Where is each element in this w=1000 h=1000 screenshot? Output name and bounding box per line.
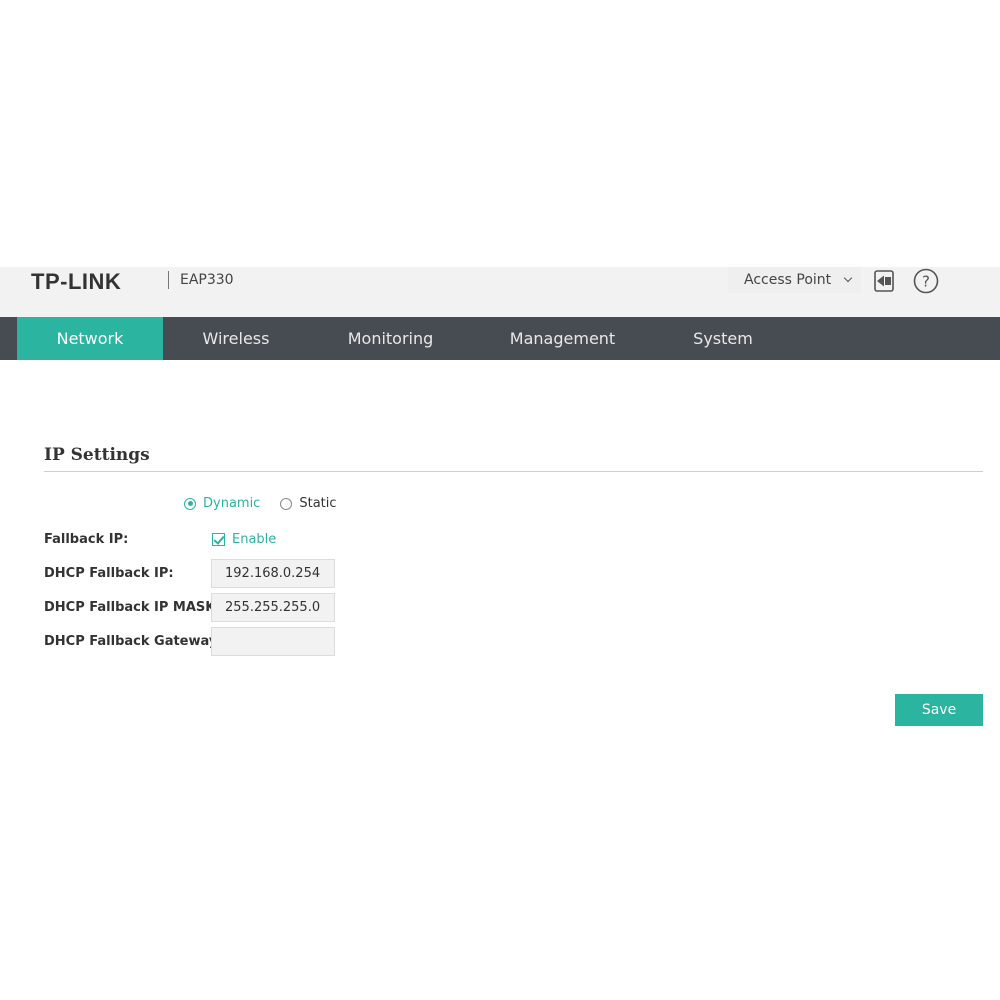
dhcp-fallback-mask-label: DHCP Fallback IP MASK:	[44, 600, 221, 615]
ip-mode-radio-group: Dynamic Static	[184, 496, 357, 511]
radio-static-label: Static	[299, 496, 337, 511]
help-icon: ?	[913, 268, 939, 294]
logout-icon	[874, 270, 894, 292]
radio-dynamic[interactable]: Dynamic	[184, 496, 260, 511]
dhcp-fallback-gateway-label: DHCP Fallback Gateway:	[44, 634, 223, 649]
radio-static-circle[interactable]	[280, 497, 293, 510]
top-header: TP-LINK EAP330 Access Point ?	[0, 267, 1000, 317]
checkbox-checked-icon[interactable]	[212, 533, 225, 546]
dhcp-fallback-ip-input[interactable]	[211, 559, 335, 588]
nav-tab-management[interactable]: Management	[472, 317, 653, 360]
header-divider	[168, 271, 169, 289]
brand-logo: TP-LINK	[31, 269, 122, 294]
logout-button[interactable]	[871, 268, 897, 294]
nav-tab-network[interactable]: Network	[17, 317, 163, 360]
mode-dropdown-value: Access Point	[744, 272, 832, 288]
section-divider	[44, 471, 983, 472]
fallback-ip-enable-checkbox[interactable]: Enable	[212, 532, 276, 547]
nav-tab-system[interactable]: System	[653, 317, 793, 360]
nav-tab-wireless[interactable]: Wireless	[163, 317, 309, 360]
help-button[interactable]: ?	[913, 268, 939, 294]
model-name: EAP330	[180, 272, 234, 288]
radio-static[interactable]: Static	[280, 496, 337, 511]
main-nav: Network Wireless Monitoring Management S…	[0, 317, 1000, 360]
section-title: IP Settings	[44, 445, 150, 465]
fallback-ip-enable-label: Enable	[232, 532, 277, 547]
nav-tab-monitoring[interactable]: Monitoring	[309, 317, 472, 360]
radio-dynamic-label: Dynamic	[203, 496, 261, 511]
fallback-ip-label: Fallback IP:	[44, 532, 129, 547]
chevron-down-icon	[843, 273, 853, 283]
save-button[interactable]: Save	[895, 694, 983, 726]
radio-dynamic-circle[interactable]	[184, 497, 196, 510]
mode-dropdown[interactable]: Access Point	[728, 267, 862, 293]
dhcp-fallback-gateway-input[interactable]	[211, 627, 335, 656]
svg-text:?: ?	[922, 273, 930, 291]
dhcp-fallback-mask-input[interactable]	[211, 593, 335, 622]
dhcp-fallback-ip-label: DHCP Fallback IP:	[44, 566, 174, 581]
